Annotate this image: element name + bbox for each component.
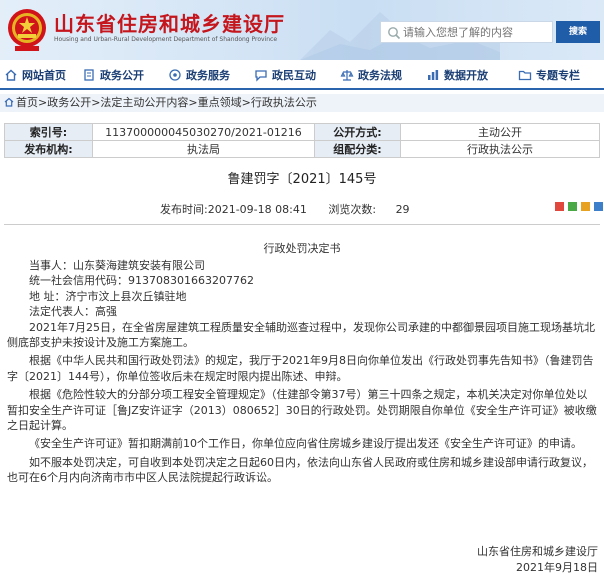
paragraph: 根据《中华人民共和国行政处罚法》的规定，我厅于2021年9月8日向你单位发出《行… <box>7 354 594 383</box>
signature-org: 山东省住房和城乡建设厅 <box>477 545 598 558</box>
site-header: 山东省住房和城乡建设厅 Housing and Urban-Rural Deve… <box>0 0 604 60</box>
publisher-label: 发布机构: <box>4 140 93 158</box>
views-label: 浏览次数: <box>328 203 377 216</box>
paragraph: 如不服本处罚决定，可自收到本处罚决定之日起60日内，依法向山东省人民政府或住房和… <box>7 455 593 485</box>
share-weibo-icon[interactable] <box>555 202 564 211</box>
publish-time: 发布时间:2021-09-18 08:41 <box>160 203 307 216</box>
nav-item-special-topics[interactable]: 专题专栏 <box>514 61 602 89</box>
open-method-value: 主动公开 <box>400 123 600 141</box>
share-wechat-icon[interactable] <box>568 202 577 211</box>
breadcrumb-home-icon <box>4 97 14 107</box>
views-count: 29 <box>395 203 410 216</box>
main-nav: 网站首页 政务公开 政务服务 政民互动 政务法规 数据开放 专题专栏 <box>0 62 604 90</box>
paragraph: 《安全生产许可证》暂扣期满前10个工作日，你单位应向省住房城乡建设厅提出发还《安… <box>29 437 582 451</box>
category-label: 组配分类: <box>314 140 401 158</box>
nav-label: 政务服务 <box>186 69 230 82</box>
signature-date: 2021年9月18日 <box>516 561 598 574</box>
folder-icon <box>518 70 532 81</box>
share-qzone-icon[interactable] <box>581 202 590 211</box>
category-value: 行政执法公示 <box>400 140 600 158</box>
nav-item-gov-open[interactable]: 政务公开 <box>78 61 164 89</box>
table-row: 索引号: 113700000045030270/2021-01216 公开方式:… <box>4 123 600 141</box>
chart-icon <box>428 70 439 80</box>
document-meta-table: 索引号: 113700000045030270/2021-01216 公开方式:… <box>4 123 600 158</box>
search-button[interactable]: 搜索 <box>556 21 600 43</box>
nav-item-regulations[interactable]: 政务法规 <box>336 61 422 89</box>
party-name: 当事人：山东葵海建筑安装有限公司 <box>29 259 205 272</box>
table-row: 发布机构: 执法局 组配分类: 行政执法公示 <box>4 140 600 158</box>
paragraph: 2021年7月25日，在全省房屋建筑工程质量安全辅助巡查过程中，发现你公司承建的… <box>7 320 595 350</box>
publish-info: 发布时间:2021-09-18 08:41 浏览次数: 29 <box>160 201 410 217</box>
nav-label: 数据开放 <box>444 69 488 82</box>
nav-item-gov-service[interactable]: 政务服务 <box>164 61 250 89</box>
index-value: 113700000045030270/2021-01216 <box>92 123 315 141</box>
document-number: 鲁建罚字〔2021〕145号 <box>227 172 377 187</box>
site-title[interactable]: 山东省住房和城乡建设厅 <box>54 8 285 37</box>
breadcrumb: 首页>政务公开>法定主动公开内容>重点领域>行政执法公示 <box>0 94 604 112</box>
share-buttons <box>555 202 603 211</box>
home-icon <box>5 69 17 81</box>
nav-item-open-data[interactable]: 数据开放 <box>422 61 514 89</box>
law-icon <box>340 70 354 81</box>
nav-label: 网站首页 <box>22 69 66 82</box>
paragraph: 根据《危险性较大的分部分项工程安全管理规定》（住建部令第37号）第三十四条之规定… <box>7 388 597 433</box>
national-emblem-icon <box>8 9 46 51</box>
chat-icon <box>255 70 267 82</box>
divider <box>4 224 600 225</box>
search-icon <box>388 27 401 40</box>
nav-label: 政民互动 <box>272 69 316 82</box>
search-input[interactable] <box>403 24 551 40</box>
nav-item-home[interactable]: 网站首页 <box>0 61 78 89</box>
legal-representative: 法定代表人：高强 <box>29 305 117 319</box>
nav-label: 专题专栏 <box>536 69 580 82</box>
signature: 山东省住房和城乡建设厅 2021年9月18日 <box>477 544 598 576</box>
nav-label: 政务公开 <box>100 69 144 82</box>
breadcrumb-path[interactable]: 首页>政务公开>法定主动公开内容>重点领域>行政执法公示 <box>16 96 317 109</box>
document-icon <box>84 69 94 81</box>
share-more-icon[interactable] <box>594 202 603 211</box>
index-label: 索引号: <box>4 123 93 141</box>
credit-code: 统一社会信用代码：913708301663207762 <box>29 274 254 288</box>
site-subtitle: Housing and Urban-Rural Development Depa… <box>54 36 278 43</box>
nav-item-interaction[interactable]: 政民互动 <box>250 61 336 89</box>
document-body: 当事人：山东葵海建筑安装有限公司 统一社会信用代码：91370830166320… <box>7 258 597 486</box>
nav-label: 政务法规 <box>358 69 402 82</box>
publisher-value: 执法局 <box>92 140 315 158</box>
service-icon <box>169 69 181 81</box>
document-title: 行政处罚决定书 <box>263 242 341 255</box>
address: 地 址：济宁市汶上县次丘镇驻地 <box>29 289 187 303</box>
search-box <box>380 21 553 43</box>
open-method-label: 公开方式: <box>314 123 401 141</box>
